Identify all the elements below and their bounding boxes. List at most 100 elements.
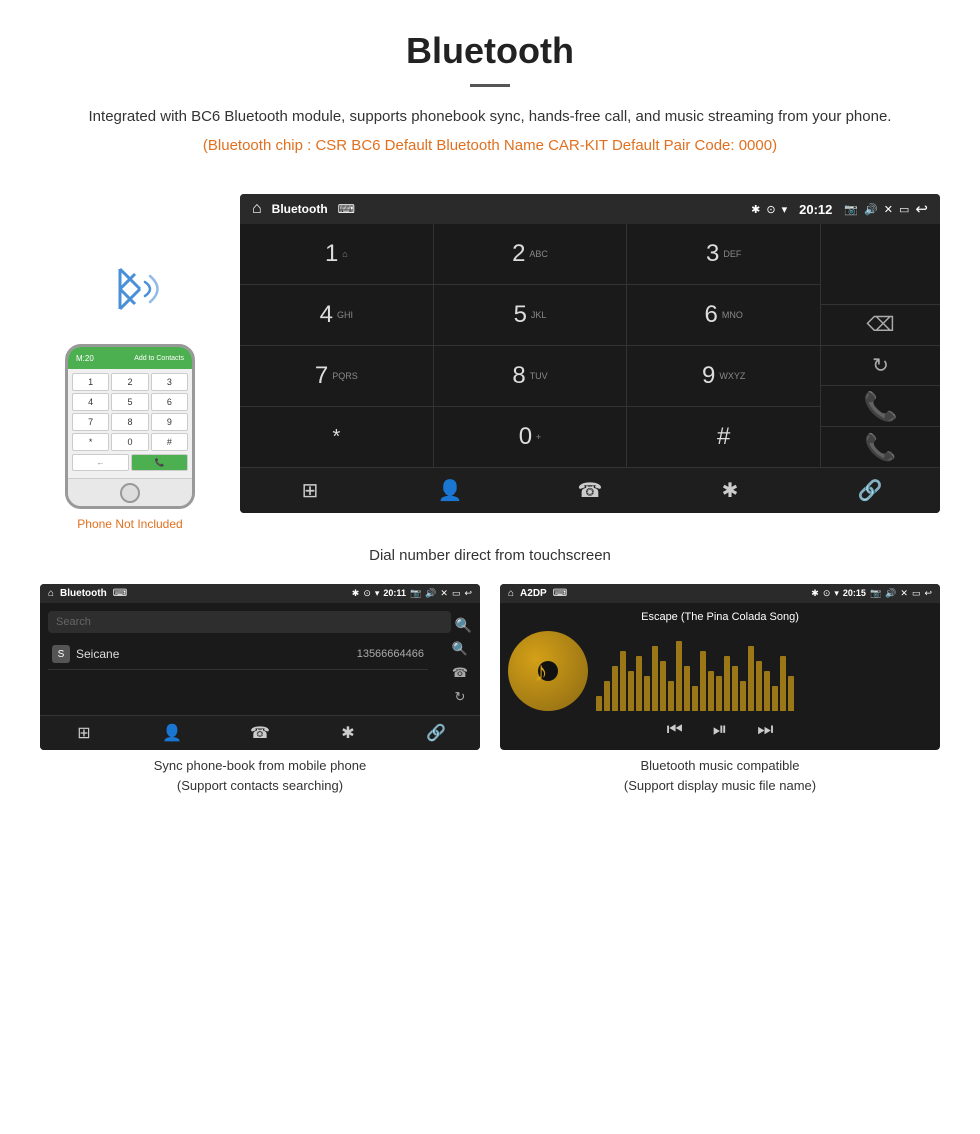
phone-home-button [120, 483, 140, 503]
phonebook-status-bar: ⌂ Bluetooth ⌨ ✱ ⊙ ▾ 20:11 📷 🔊 ✕ ▭ ↩ [40, 584, 480, 603]
pb-nav-phone[interactable]: ☎ [216, 723, 304, 743]
music-camera-icon: 📷 [870, 588, 881, 599]
dial-key-0[interactable]: 0+ [434, 407, 628, 467]
music-close-icon: ✕ [900, 588, 908, 599]
music-signal-icon: ▾ [834, 588, 839, 599]
bluetooth-signal-icon [90, 254, 170, 324]
dialpad-row-3: 7PQRS 8TUV 9WXYZ [240, 346, 820, 407]
phone-key-8: 8 [111, 413, 148, 431]
backspace-button[interactable]: ⌫ [821, 305, 940, 346]
dial-key-4[interactable]: 4GHI [240, 285, 434, 345]
title-divider [470, 84, 510, 87]
dialpad-side: ⌫ ↻ 📞 📞 [820, 224, 940, 467]
dial-key-9[interactable]: 9WXYZ [627, 346, 820, 406]
music-location-icon: ⊙ [823, 588, 831, 599]
phone-key-7: 7 [72, 413, 109, 431]
dialpad-row-4: * 0+ # [240, 407, 820, 467]
contact-name: Seicane [76, 647, 357, 661]
end-call-button[interactable]: 📞 [821, 427, 940, 467]
pb-nav-bt[interactable]: ✱ [304, 723, 392, 743]
phonebook-title: Bluetooth [60, 588, 107, 599]
contacts-list: S Seicane 13566664466 [48, 639, 448, 707]
music-song-title: Escape (The Pina Colada Song) [641, 611, 799, 623]
dial-key-hash[interactable]: # [627, 407, 820, 467]
music-usb-icon: ⌨ [553, 588, 567, 599]
search-icon[interactable]: 🔍 [455, 617, 472, 634]
mini-home-icon[interactable]: ⌂ [48, 588, 54, 599]
bluetooth-icon-container [90, 254, 170, 324]
music-screen-block: ⌂ A2DP ⌨ ✱ ⊙ ▾ 20:15 📷 🔊 ✕ ▭ ↩ Escape (T… [500, 584, 940, 795]
phone-contact-label: Add to Contacts [134, 355, 184, 362]
phone-side: M:20 Add to Contacts 1 2 3 4 5 6 7 8 9 *… [40, 194, 220, 531]
nav-phone-button[interactable]: ☎ [520, 478, 660, 503]
phone-bottom-bar [68, 478, 192, 506]
home-icon[interactable]: ⌂ [252, 200, 262, 218]
music-back-icon: ↩ [924, 588, 932, 599]
location-icon: ⊙ [766, 203, 775, 216]
nav-bluetooth-button[interactable]: ✱ [660, 478, 800, 503]
camera-icon[interactable]: 📷 [844, 203, 858, 216]
contact-item-seicane[interactable]: S Seicane 13566664466 [48, 639, 428, 670]
phone-key-3: 3 [151, 373, 188, 391]
phone-key-0: 0 [111, 433, 148, 451]
search-area: Search 🔍 [48, 611, 472, 639]
prev-button[interactable]: ⏮ [667, 719, 683, 740]
music-home-icon[interactable]: ⌂ [508, 588, 514, 599]
side-refresh-icon[interactable]: ↻ [455, 689, 466, 705]
phone-key-back: ← [72, 454, 129, 471]
phonebook-time: 20:11 [383, 588, 406, 599]
dial-key-1[interactable]: 1⌂ [240, 224, 434, 284]
nav-contacts-button[interactable]: 👤 [380, 478, 520, 503]
dial-key-8[interactable]: 8TUV [434, 346, 628, 406]
phone-status: M:20 [76, 354, 94, 363]
contact-letter: S [52, 645, 70, 663]
phonebook-caption: Sync phone-book from mobile phone (Suppo… [40, 756, 480, 795]
dial-key-star[interactable]: * [240, 407, 434, 467]
phone-top-bar: M:20 Add to Contacts [68, 347, 192, 369]
pb-nav-person[interactable]: 👤 [128, 723, 216, 743]
dial-key-5[interactable]: 5JKL [434, 285, 628, 345]
mini-camera-icon: 📷 [410, 588, 421, 599]
play-pause-button[interactable]: ⏯ [713, 719, 727, 740]
close-icon[interactable]: ✕ [884, 203, 893, 216]
dial-key-7[interactable]: 7PQRS [240, 346, 434, 406]
music-album-area: ♪ [508, 631, 932, 711]
phonebook-status-right: ✱ ⊙ ▾ 20:11 📷 🔊 ✕ ▭ ↩ [352, 588, 472, 599]
phonebook-screen-block: ⌂ Bluetooth ⌨ ✱ ⊙ ▾ 20:11 📷 🔊 ✕ ▭ ↩ [40, 584, 480, 795]
pb-nav-grid[interactable]: ⊞ [40, 723, 128, 743]
next-button[interactable]: ⏭ [757, 719, 773, 740]
car-status-right: ✱ ⊙ ▾ 20:12 📷 🔊 ✕ ▭ ↩ [751, 200, 928, 218]
car-screen-caption: Dial number direct from touchscreen [0, 547, 980, 564]
car-screen-area: ⌂ Bluetooth ⌨ ✱ ⊙ ▾ 20:12 📷 🔊 ✕ ▭ ↩ [240, 194, 940, 531]
window-icon[interactable]: ▭ [899, 203, 909, 216]
equalizer-bars [596, 631, 932, 711]
side-phone-icon[interactable]: ☎ [452, 665, 468, 681]
phone-key-4: 4 [72, 393, 109, 411]
music-content: Escape (The Pina Colada Song) ♪ ⏮ ⏯ ⏭ [500, 603, 940, 748]
volume-icon[interactable]: 🔊 [864, 203, 878, 216]
pb-nav-link[interactable]: 🔗 [392, 723, 480, 743]
nav-link-button[interactable]: 🔗 [800, 478, 940, 503]
mini-location-icon: ⊙ [363, 588, 371, 599]
side-search-icon[interactable]: 🔍 [452, 641, 468, 657]
search-bar[interactable]: Search [48, 611, 451, 633]
dial-key-2[interactable]: 2ABC [434, 224, 628, 284]
dial-key-6[interactable]: 6MNO [627, 285, 820, 345]
nav-grid-button[interactable]: ⊞ [240, 478, 380, 503]
phone-call-btn[interactable]: 📞 [131, 454, 188, 471]
phone-key-1: 1 [72, 373, 109, 391]
call-button[interactable]: 📞 [821, 386, 940, 427]
mini-bt-icon: ✱ [352, 588, 360, 599]
refresh-button[interactable]: ↻ [821, 346, 940, 387]
phone-key-hash: # [151, 433, 188, 451]
phone-mockup: M:20 Add to Contacts 1 2 3 4 5 6 7 8 9 *… [65, 344, 195, 509]
music-status-right: ✱ ⊙ ▾ 20:15 📷 🔊 ✕ ▭ ↩ [811, 588, 932, 599]
music-note-icon: ♪ [530, 653, 566, 689]
bottom-screens: ⌂ Bluetooth ⌨ ✱ ⊙ ▾ 20:11 📷 🔊 ✕ ▭ ↩ [0, 584, 980, 795]
car-status-left: ⌂ Bluetooth ⌨ [252, 200, 743, 218]
phone-key-9: 9 [151, 413, 188, 431]
dial-key-3[interactable]: 3DEF [627, 224, 820, 284]
page-description: Integrated with BC6 Bluetooth module, su… [60, 105, 920, 129]
back-icon[interactable]: ↩ [915, 200, 928, 218]
phone-key-5: 5 [111, 393, 148, 411]
